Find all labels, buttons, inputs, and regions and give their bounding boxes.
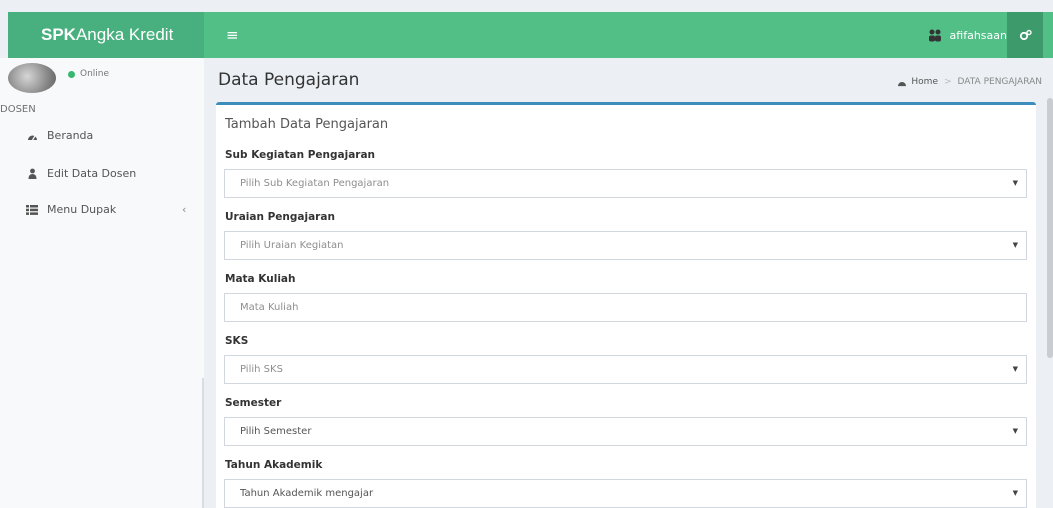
sidebar-item-label: Edit Data Dosen bbox=[47, 167, 137, 180]
sidebar-toggle-icon[interactable]: ≡ bbox=[226, 26, 239, 44]
user-name: afifahsaan bbox=[949, 28, 1007, 42]
user-icon bbox=[26, 168, 38, 180]
sub-kegiatan-label: Sub Kegiatan Pengajaran bbox=[225, 149, 376, 161]
breadcrumb-separator: > bbox=[943, 77, 952, 87]
sub-kegiatan-select[interactable]: Pilih Sub Kegiatan Pengajaran ▼ bbox=[224, 169, 1027, 198]
sidebar: Online DOSEN Beranda Edit Data Dosen Men… bbox=[0, 58, 204, 508]
mata-kuliah-input[interactable]: Mata Kuliah bbox=[224, 293, 1027, 322]
caret-down-icon: ▼ bbox=[1012, 365, 1018, 373]
user-panel: Online bbox=[8, 63, 109, 93]
page-title: Data Pengajaran bbox=[218, 70, 360, 90]
breadcrumb-current: DATA PENGAJARAN bbox=[957, 77, 1042, 87]
form-box: Tambah Data Pengajaran Sub Kegiatan Peng… bbox=[216, 102, 1036, 508]
input-placeholder: Mata Kuliah bbox=[240, 302, 299, 313]
select-value: Pilih Semester bbox=[240, 426, 312, 437]
online-status: Online bbox=[68, 69, 109, 79]
dashboard-icon bbox=[898, 81, 907, 86]
sidebar-item-edit-data-dosen[interactable]: Edit Data Dosen bbox=[26, 167, 136, 180]
semester-select[interactable]: Pilih Semester ▼ bbox=[224, 417, 1027, 446]
breadcrumb-home-link[interactable]: Home bbox=[911, 77, 938, 87]
caret-down-icon: ▼ bbox=[1012, 427, 1018, 435]
uraian-pengajaran-label: Uraian Pengajaran bbox=[225, 211, 335, 223]
avatar bbox=[8, 63, 56, 93]
sidebar-item-beranda[interactable]: Beranda bbox=[26, 129, 93, 142]
page-scrollbar[interactable] bbox=[1047, 58, 1053, 508]
breadcrumb: Home > DATA PENGAJARAN bbox=[897, 77, 1042, 87]
select-value: Pilih Uraian Kegiatan bbox=[240, 240, 344, 251]
caret-down-icon: ▼ bbox=[1012, 489, 1018, 497]
sidebar-item-label: Beranda bbox=[47, 129, 94, 142]
app-logo[interactable]: SPK Angka Kredit bbox=[8, 12, 204, 58]
chevron-left-icon[interactable]: ‹ bbox=[182, 203, 186, 216]
sks-label: SKS bbox=[225, 335, 249, 347]
select-value: Pilih Sub Kegiatan Pengajaran bbox=[240, 178, 390, 189]
caret-down-icon: ▼ bbox=[1012, 241, 1018, 249]
top-header: SPK Angka Kredit ≡ afifahsaan bbox=[8, 12, 1053, 58]
content-header: Data Pengajaran Home > DATA PENGAJARAN bbox=[204, 58, 1047, 102]
gears-icon[interactable] bbox=[1007, 12, 1043, 58]
gears-icon-glyph bbox=[1019, 29, 1032, 41]
user-menu[interactable]: afifahsaan bbox=[928, 12, 1007, 58]
scrollbar-thumb[interactable] bbox=[1047, 98, 1053, 358]
select-value: Tahun Akademik mengajar bbox=[240, 488, 374, 499]
select-value: Pilih SKS bbox=[240, 364, 283, 375]
brand-bold: SPK bbox=[41, 25, 76, 44]
tahun-akademik-label: Tahun Akademik bbox=[225, 459, 323, 471]
caret-down-icon: ▼ bbox=[1012, 179, 1018, 187]
sidebar-divider bbox=[202, 378, 204, 508]
semester-label: Semester bbox=[225, 397, 282, 409]
tahun-akademik-select[interactable]: Tahun Akademik mengajar ▼ bbox=[224, 479, 1027, 508]
sks-select[interactable]: Pilih SKS ▼ bbox=[224, 355, 1027, 384]
user-group-icon bbox=[928, 29, 941, 42]
dashboard-icon bbox=[26, 130, 38, 142]
navbar: ≡ afifahsaan bbox=[204, 12, 1053, 58]
brand-rest: Angka Kredit bbox=[75, 25, 174, 44]
sidebar-item-menu-dupak[interactable]: Menu Dupak bbox=[26, 203, 116, 216]
online-dot-icon bbox=[68, 70, 75, 78]
online-label: Online bbox=[80, 69, 110, 79]
form-title: Tambah Data Pengajaran bbox=[225, 117, 389, 132]
sidebar-section-header: DOSEN bbox=[0, 104, 36, 115]
grid-icon bbox=[26, 204, 38, 216]
sidebar-item-label: Menu Dupak bbox=[47, 203, 117, 216]
uraian-pengajaran-select[interactable]: Pilih Uraian Kegiatan ▼ bbox=[224, 231, 1027, 260]
mata-kuliah-label: Mata Kuliah bbox=[225, 273, 296, 285]
